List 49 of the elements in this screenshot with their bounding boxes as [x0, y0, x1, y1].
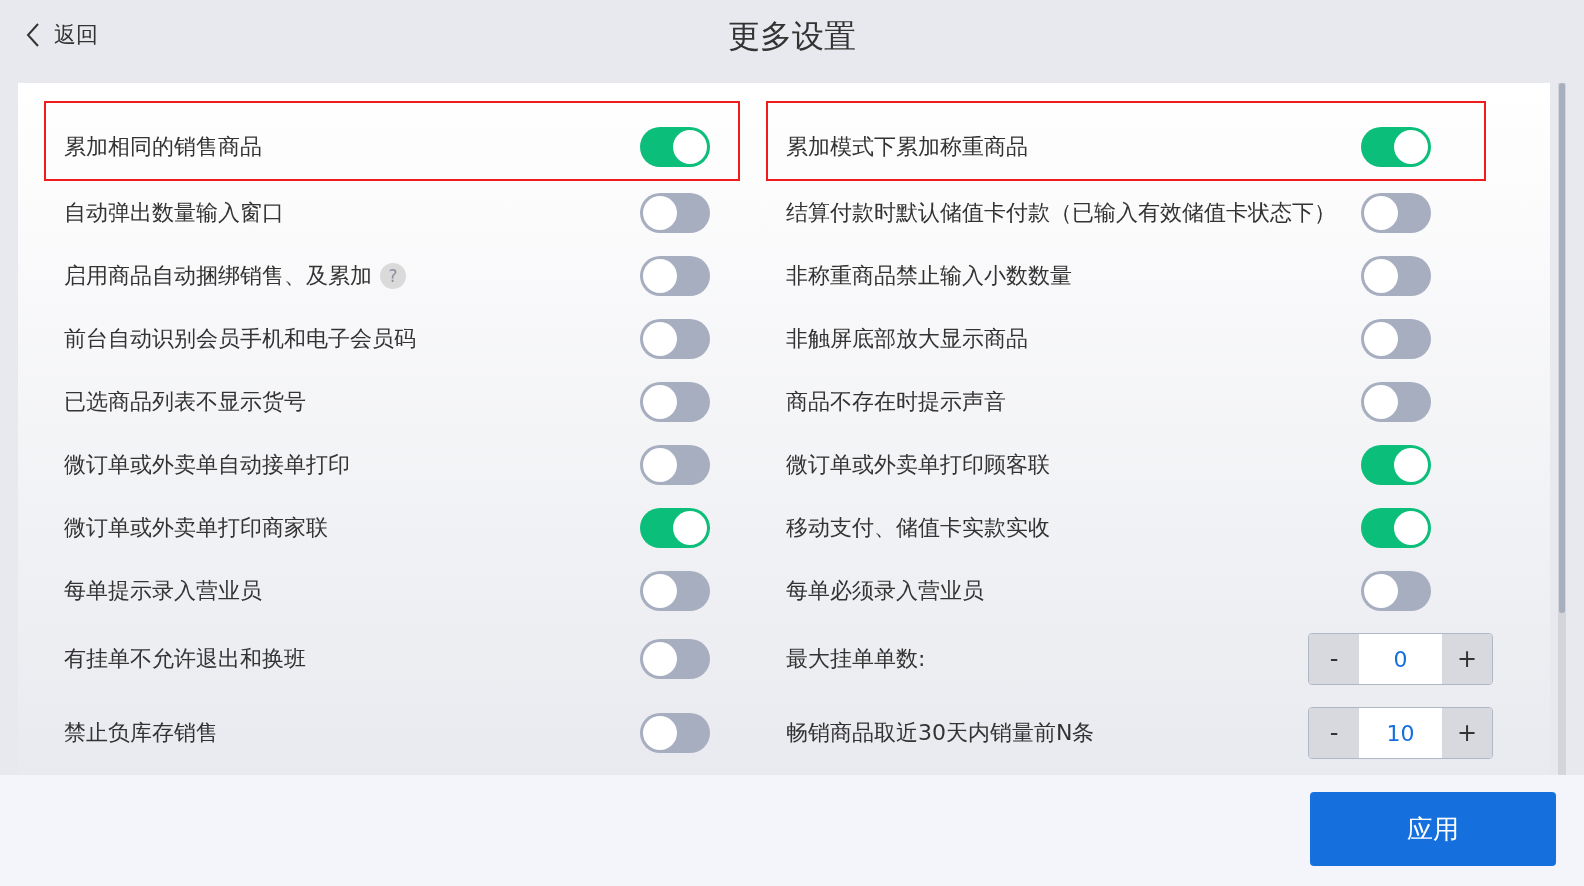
- setting-label: 商品不存在时提示声音: [786, 387, 1006, 416]
- decrement-button[interactable]: -: [1309, 634, 1359, 684]
- decrement-button[interactable]: -: [1309, 708, 1359, 758]
- number-field[interactable]: 10: [1359, 708, 1442, 758]
- setting-label: 非称重商品禁止输入小数数量: [786, 261, 1072, 290]
- toggle-switch[interactable]: [1361, 318, 1431, 359]
- setting-label: 最大挂单单数:: [786, 645, 926, 673]
- toggle-switch[interactable]: [1361, 192, 1431, 233]
- setting-label: 每单提示录入营业员: [64, 576, 262, 605]
- setting-label: 启用商品自动捆绑销售、及累加: [64, 261, 372, 290]
- toggle-switch[interactable]: [1361, 127, 1431, 167]
- toggle-switch[interactable]: [640, 507, 710, 548]
- chevron-left-icon: [26, 22, 40, 48]
- apply-button[interactable]: 应用: [1310, 792, 1556, 866]
- setting-label: 累加相同的销售商品: [64, 133, 262, 161]
- setting-label: 累加模式下累加称重商品: [786, 133, 1028, 161]
- toggle-switch[interactable]: [1361, 444, 1431, 485]
- toggle-switch[interactable]: [640, 570, 710, 611]
- toggle-switch[interactable]: [640, 255, 710, 296]
- setting-label: 有挂单不允许退出和换班: [64, 645, 306, 673]
- toggle-switch[interactable]: [640, 639, 710, 679]
- toggle-switch[interactable]: [640, 713, 710, 753]
- setting-label: 微订单或外卖单自动接单打印: [64, 450, 350, 479]
- setting-label: 禁止负库存销售: [64, 719, 218, 747]
- page-title: 更多设置: [728, 15, 856, 57]
- setting-label: 前台自动识别会员手机和电子会员码: [64, 324, 416, 353]
- increment-button[interactable]: +: [1442, 634, 1492, 684]
- setting-label: 非触屏底部放大显示商品: [786, 324, 1028, 353]
- setting-label: 微订单或外卖单打印商家联: [64, 513, 328, 542]
- setting-label: 微订单或外卖单打印顾客联: [786, 450, 1050, 479]
- toggle-switch[interactable]: [1361, 507, 1431, 548]
- back-button[interactable]: 返回: [22, 16, 102, 54]
- setting-label: 已选商品列表不显示货号: [64, 387, 306, 416]
- scrollbar[interactable]: [1558, 83, 1566, 775]
- setting-label: 移动支付、储值卡实款实收: [786, 513, 1050, 542]
- setting-label: 结算付款时默认储值卡付款（已输入有效储值卡状态下）: [786, 198, 1336, 227]
- toggle-switch[interactable]: [640, 444, 710, 485]
- setting-label: 自动弹出数量输入窗口: [64, 198, 284, 227]
- toggle-switch[interactable]: [640, 381, 710, 422]
- toggle-switch[interactable]: [640, 318, 710, 359]
- toggle-switch[interactable]: [1361, 381, 1431, 422]
- setting-label: 每单必须录入营业员: [786, 576, 984, 605]
- toggle-switch[interactable]: [640, 127, 710, 167]
- toggle-switch[interactable]: [1361, 570, 1431, 611]
- toggle-switch[interactable]: [640, 192, 710, 233]
- setting-label: 畅销商品取近30天内销量前N条: [786, 719, 1095, 747]
- number-field[interactable]: 0: [1359, 634, 1442, 684]
- increment-button[interactable]: +: [1442, 708, 1492, 758]
- toggle-switch[interactable]: [1361, 255, 1431, 296]
